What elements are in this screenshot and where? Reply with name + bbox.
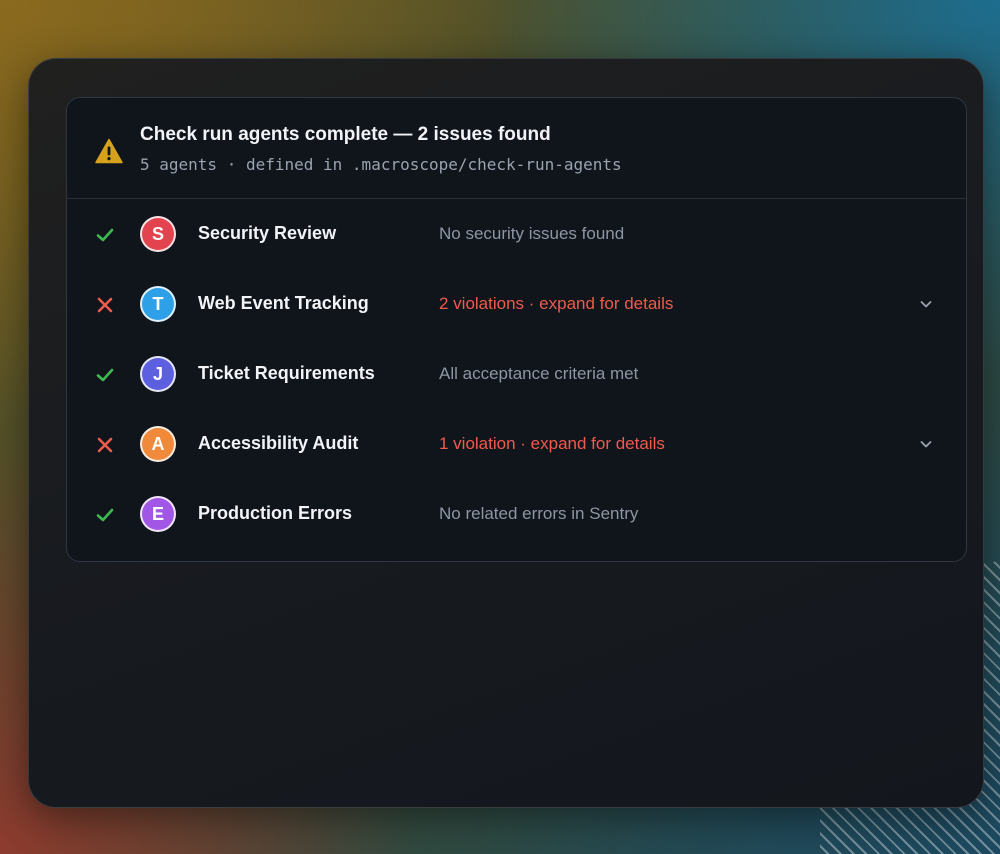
avatar: J	[140, 356, 176, 392]
page-title: Check run agents complete — 2 issues fou…	[140, 124, 551, 145]
agent-name: Security Review	[198, 223, 337, 243]
card-header: Check run agents complete — 2 issues fou…	[67, 98, 966, 199]
check-icon	[96, 368, 114, 382]
check-icon	[96, 508, 114, 522]
chevron-down-icon[interactable]	[919, 437, 933, 451]
avatar: A	[140, 426, 176, 462]
warning-triangle-icon	[95, 138, 123, 164]
subtitle: 5 agents · defined in .macroscope/check-…	[140, 155, 622, 174]
avatar: E	[140, 496, 176, 532]
agent-detail: All acceptance criteria met	[439, 364, 639, 383]
avatar: S	[140, 216, 176, 252]
agent-detail: No related errors in Sentry	[439, 504, 639, 523]
agent-detail: No security issues found	[439, 224, 625, 243]
agent-row-ticket-requirements: J Ticket Requirements All acceptance cri…	[67, 339, 966, 409]
agent-detail: 1 violation · expand for details	[439, 434, 665, 453]
check-run-card: Check run agents complete — 2 issues fou…	[66, 97, 967, 562]
chevron-down-icon[interactable]	[919, 297, 933, 311]
agent-detail: 2 violations · expand for details	[439, 294, 674, 313]
agent-name: Production Errors	[198, 503, 353, 523]
agent-row-web-event-tracking[interactable]: T Web Event Tracking 2 violations · expa…	[67, 269, 966, 339]
agent-list: S Security Review No security issues fou…	[67, 199, 966, 549]
x-icon	[97, 437, 113, 453]
agent-row-accessibility-audit[interactable]: A Accessibility Audit 1 violation · expa…	[67, 409, 966, 479]
agent-row-security-review: S Security Review No security issues fou…	[67, 199, 966, 269]
x-icon	[97, 297, 113, 313]
agent-name: Ticket Requirements	[198, 363, 375, 383]
agent-name: Accessibility Audit	[198, 433, 359, 453]
agent-name: Web Event Tracking	[198, 293, 369, 313]
check-icon	[96, 228, 114, 242]
avatar: T	[140, 286, 176, 322]
agent-row-production-errors: E Production Errors No related errors in…	[67, 479, 966, 549]
